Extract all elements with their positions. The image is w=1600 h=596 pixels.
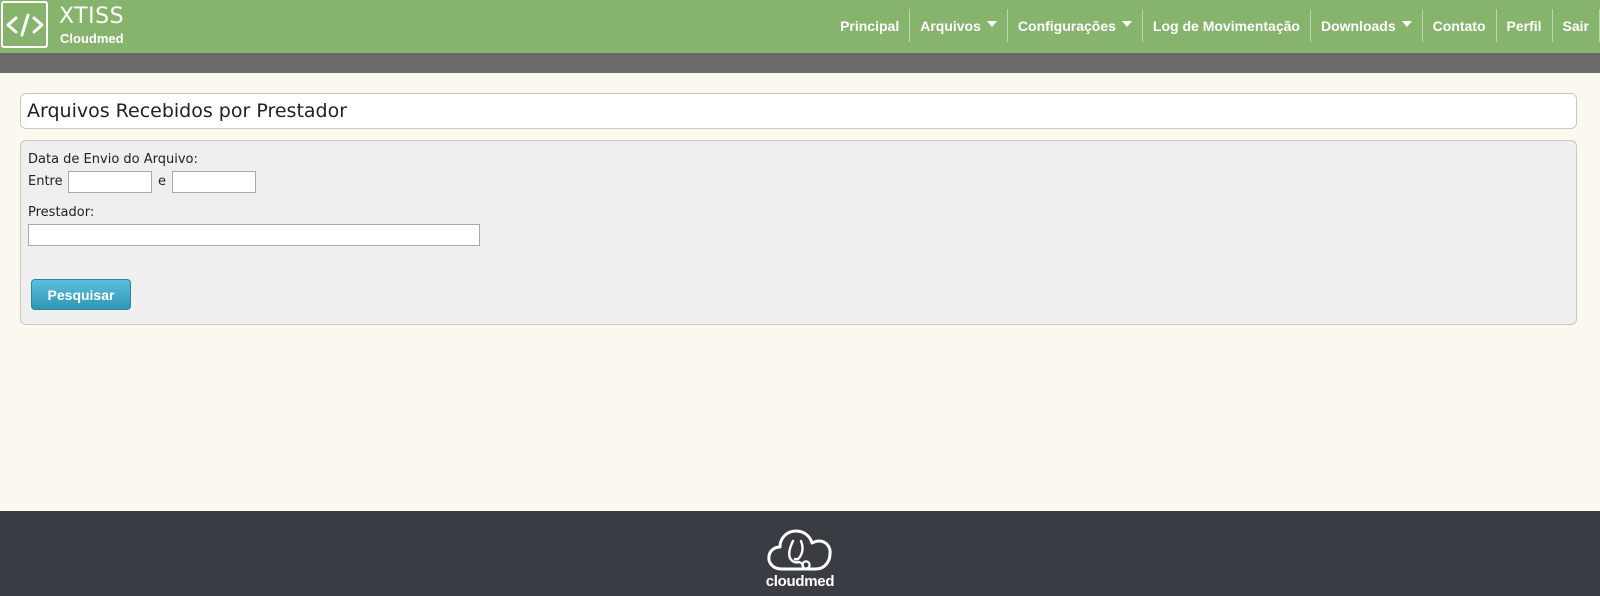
nav-item-label: Contato xyxy=(1432,17,1486,34)
date-to-input[interactable] xyxy=(172,171,256,193)
page-title-panel: Arquivos Recebidos por Prestador xyxy=(20,93,1577,129)
sub-navbar xyxy=(0,53,1600,73)
and-label: e xyxy=(158,174,166,189)
search-button[interactable]: Pesquisar xyxy=(31,279,131,310)
caret-down-icon xyxy=(986,20,997,27)
nav-item-arquivos[interactable]: Arquivos xyxy=(909,9,1007,42)
nav-item-label: Sair xyxy=(1562,17,1589,34)
footer-logo: cloudmed xyxy=(756,525,844,595)
code-brackets-icon[interactable] xyxy=(1,1,48,48)
date-from-input[interactable] xyxy=(68,171,152,193)
provider-input[interactable] xyxy=(28,224,480,246)
page-title: Arquivos Recebidos por Prestador xyxy=(27,100,348,122)
brand-subtitle: Cloudmed xyxy=(60,31,124,46)
nav-item-principal[interactable]: Principal xyxy=(830,9,909,42)
date-label: Data de Envio do Arquivo: xyxy=(28,152,198,167)
nav-item-perfil[interactable]: Perfil xyxy=(1495,9,1552,42)
nav-item-log-movimentacao[interactable]: Log de Movimentação xyxy=(1141,9,1310,42)
nav-item-downloads[interactable]: Downloads xyxy=(1309,9,1422,42)
nav-item-label: Configurações xyxy=(1017,17,1116,34)
provider-label: Prestador: xyxy=(28,205,95,220)
nav-item-label: Arquivos xyxy=(920,17,981,34)
top-navbar: XTISS Cloudmed Principal Arquivos Config… xyxy=(0,0,1600,53)
caret-down-icon xyxy=(1121,20,1132,27)
nav-item-contato[interactable]: Contato xyxy=(1421,9,1496,42)
nav-item-label: Downloads xyxy=(1320,17,1396,34)
search-form: Data de Envio do Arquivo: Entre e Presta… xyxy=(20,140,1577,325)
nav-item-configuracoes[interactable]: Configurações xyxy=(1006,9,1142,42)
between-label: Entre xyxy=(28,174,63,189)
cloud-stethoscope-icon xyxy=(767,529,832,571)
nav-item-label: Log de Movimentação xyxy=(1152,17,1300,34)
footer-logo-text: cloudmed xyxy=(765,573,835,590)
code-brackets-glyph xyxy=(6,13,43,36)
nav-item-label: Perfil xyxy=(1506,17,1542,34)
footer: cloudmed xyxy=(0,511,1600,596)
nav-item-label: Principal xyxy=(840,17,900,34)
caret-down-icon xyxy=(1401,20,1412,27)
main-nav: Principal Arquivos Configurações Log de … xyxy=(830,9,1600,42)
nav-item-sair[interactable]: Sair xyxy=(1551,9,1600,42)
brand-title[interactable]: XTISS xyxy=(59,4,124,29)
